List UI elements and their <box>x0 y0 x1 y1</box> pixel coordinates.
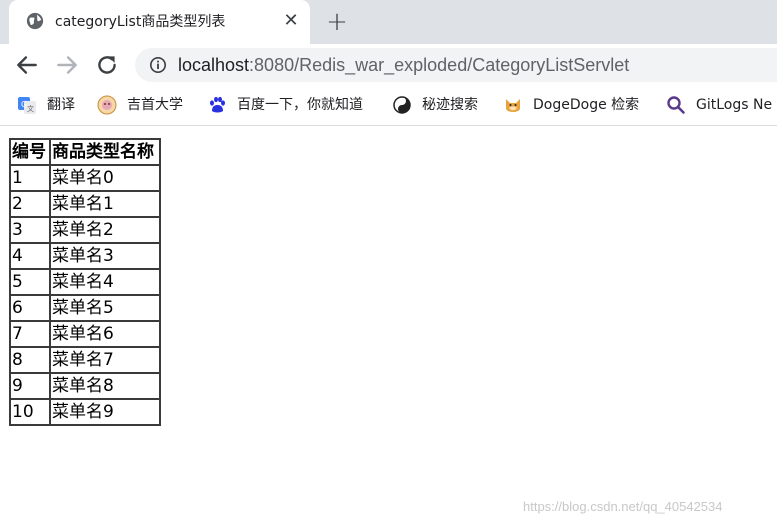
cell-id: 10 <box>10 399 50 425</box>
cell-name: 菜单名5 <box>50 295 160 321</box>
bookmark-label: DogeDoge 检索 <box>533 97 640 113</box>
cell-id: 3 <box>10 217 50 243</box>
globe-icon <box>26 12 44 30</box>
table-row: 8 菜单名7 <box>10 347 160 373</box>
table-row: 3 菜单名2 <box>10 217 160 243</box>
cell-id: 2 <box>10 191 50 217</box>
cell-name: 菜单名7 <box>50 347 160 373</box>
reload-icon[interactable] <box>94 52 120 78</box>
cell-name: 菜单名2 <box>50 217 160 243</box>
forward-arrow-icon[interactable] <box>54 52 80 78</box>
bookmark-label: 吉首大学 <box>127 97 183 113</box>
table-row: 5 菜单名4 <box>10 269 160 295</box>
table-row: 6 菜单名5 <box>10 295 160 321</box>
back-arrow-icon[interactable] <box>14 52 40 78</box>
info-icon[interactable] <box>149 56 167 74</box>
svg-text:文: 文 <box>27 104 34 113</box>
cell-name: 菜单名3 <box>50 243 160 269</box>
cell-name: 菜单名9 <box>50 399 160 425</box>
cell-id: 5 <box>10 269 50 295</box>
bookmark-label: 翻译 <box>47 97 75 113</box>
bookmark-dogedoge[interactable]: DogeDoge 检索 <box>503 94 653 116</box>
new-tab-button[interactable]: + <box>322 8 352 36</box>
table-header-row: 编号 商品类型名称 <box>10 139 160 165</box>
url-text[interactable]: localhost:8080/Redis_war_exploded/Catego… <box>178 54 629 76</box>
url-host: localhost <box>178 55 250 75</box>
cell-name: 菜单名8 <box>50 373 160 399</box>
cell-id: 9 <box>10 373 50 399</box>
table-row: 4 菜单名3 <box>10 243 160 269</box>
bookmark-jishou-university[interactable]: 吉首大学 <box>97 94 192 116</box>
cell-name: 菜单名6 <box>50 321 160 347</box>
watermark-text: https://blog.csdn.net/qq_40542534 <box>523 499 723 514</box>
tab-close-button[interactable]: ✕ <box>281 11 301 31</box>
dogedoge-icon <box>506 99 520 112</box>
category-table: 编号 商品类型名称 1 菜单名0 2 菜单名1 3 菜单名2 4 菜单名3 5 <box>9 138 161 426</box>
column-header-name: 商品类型名称 <box>50 139 160 165</box>
table-row: 2 菜单名1 <box>10 191 160 217</box>
address-bar[interactable]: localhost:8080/Redis_war_exploded/Catego… <box>135 48 777 82</box>
tab-strip: categoryList商品类型列表 ✕ + <box>0 0 777 44</box>
bookmark-label: GitLogs Ne <box>696 97 773 113</box>
bookmark-baidu[interactable]: 百度一下，你就知道 <box>207 94 377 116</box>
cell-id: 1 <box>10 165 50 191</box>
table-row: 7 菜单名6 <box>10 321 160 347</box>
bookmark-label: 秘迹搜索 <box>422 97 478 113</box>
cell-name: 菜单名4 <box>50 269 160 295</box>
table-row: 1 菜单名0 <box>10 165 160 191</box>
table-row: 10 菜单名9 <box>10 399 160 425</box>
university-icon <box>97 95 117 115</box>
bookmarks-bar: G 文 翻译 吉首大学 百度一下，你就知道 秘迹搜索 DogeDoge 检索 G… <box>0 86 777 126</box>
page-content: 编号 商品类型名称 1 菜单名0 2 菜单名1 3 菜单名2 4 菜单名3 5 <box>0 127 777 528</box>
browser-toolbar: localhost:8080/Redis_war_exploded/Catego… <box>0 44 777 86</box>
bookmark-gitlogs[interactable]: GitLogs Ne <box>666 94 777 116</box>
column-header-id: 编号 <box>10 139 50 165</box>
cell-id: 8 <box>10 347 50 373</box>
tab-title: categoryList商品类型列表 <box>55 14 226 30</box>
cell-id: 7 <box>10 321 50 347</box>
cell-id: 4 <box>10 243 50 269</box>
table-row: 9 菜单名8 <box>10 373 160 399</box>
baidu-paw-icon <box>210 96 225 113</box>
bookmark-mijisou[interactable]: 秘迹搜索 <box>392 94 487 116</box>
magnifier-icon <box>667 96 685 114</box>
cell-name: 菜单名0 <box>50 165 160 191</box>
cell-id: 6 <box>10 295 50 321</box>
url-path: :8080/Redis_war_exploded/CategoryListSer… <box>249 55 630 75</box>
browser-tab[interactable]: categoryList商品类型列表 ✕ <box>9 0 310 44</box>
bookmark-label: 百度一下，你就知道 <box>237 97 363 113</box>
cell-name: 菜单名1 <box>50 191 160 217</box>
google-translate-icon: G 文 <box>18 97 36 114</box>
mijisou-icon <box>393 96 411 114</box>
bookmark-translate[interactable]: G 文 翻译 <box>17 94 87 116</box>
